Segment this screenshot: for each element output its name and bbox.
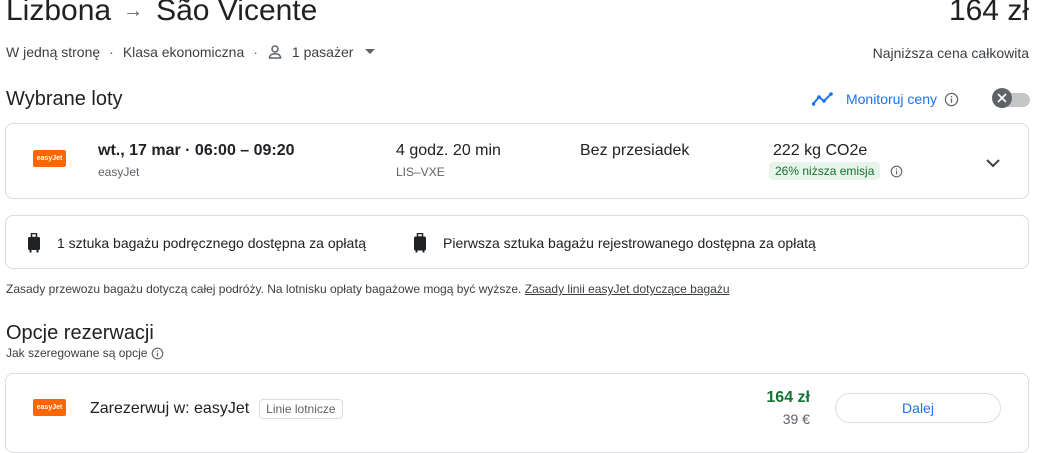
flight-card[interactable]: easyJet wt., 17 mar · 06:00 – 09:20 easy… bbox=[5, 123, 1029, 199]
info-icon[interactable] bbox=[944, 92, 959, 107]
booking-provider-label: Zarezerwuj w: easyJet bbox=[90, 400, 250, 417]
carry-on-text: 1 sztuka bagażu podręcznego dostępna za … bbox=[57, 235, 367, 251]
flight-duration: 4 godz. 20 min bbox=[396, 142, 501, 159]
booking-price-alt: 39 € bbox=[782, 411, 810, 427]
baggage-card: 1 sztuka bagażu podręcznego dostępna za … bbox=[5, 215, 1029, 269]
passengers-dropdown[interactable]: 1 pasażer bbox=[292, 44, 353, 60]
checked-bag-text: Pierwsza sztuka bagażu rejestrowanego do… bbox=[443, 235, 816, 251]
flight-airports: LIS–VXE bbox=[396, 165, 445, 179]
total-price: 164 zł bbox=[948, 0, 1029, 27]
trip-summary: W jedną stronę · Klasa ekonomiczna · 1 p… bbox=[6, 44, 376, 60]
caret-down-icon[interactable] bbox=[365, 49, 376, 55]
luggage-icon bbox=[413, 233, 427, 253]
chevron-down-icon[interactable] bbox=[986, 155, 1000, 173]
booking-option-card: easyJet Zarezerwuj w: easyJet Linie lotn… bbox=[5, 373, 1029, 453]
emissions-info-icon[interactable] bbox=[890, 165, 903, 183]
baggage-policy-link[interactable]: Zasady linii easyJet dotyczące bagażu bbox=[525, 282, 730, 296]
track-prices[interactable]: Monitoruj ceny bbox=[811, 91, 959, 107]
easyjet-logo: easyJet bbox=[33, 399, 66, 416]
flight-date-time: wt., 17 mar · 06:00 – 09:20 bbox=[98, 142, 295, 159]
person-icon bbox=[267, 44, 283, 60]
route-title: Lizbona → São Vicente bbox=[6, 0, 317, 28]
carry-on-info: 1 sztuka bagażu podręcznego dostępna za … bbox=[27, 233, 366, 253]
provider-type-tag: Linie lotnicze bbox=[259, 399, 343, 419]
baggage-note: Zasady przewozu bagażu dotyczą całej pod… bbox=[6, 282, 730, 296]
selected-flights-heading: Wybrane loty bbox=[6, 88, 123, 110]
origin-city: Lizbona bbox=[6, 0, 112, 27]
booking-provider: Zarezerwuj w: easyJet Linie lotnicze bbox=[90, 399, 343, 419]
arrow-right-icon: → bbox=[123, 0, 144, 22]
track-prices-label[interactable]: Monitoruj ceny bbox=[846, 91, 937, 107]
flight-stops: Bez przesiadek bbox=[580, 142, 690, 159]
destination-city: São Vicente bbox=[156, 0, 318, 27]
close-icon[interactable] bbox=[992, 88, 1012, 108]
trip-type: W jedną stronę bbox=[6, 44, 101, 60]
booking-options-heading: Opcje rezerwacji bbox=[6, 322, 154, 344]
airline-name: easyJet bbox=[98, 165, 140, 179]
suitcase-icon bbox=[27, 233, 41, 253]
price-note: Najniższa cena całkowita bbox=[872, 45, 1029, 61]
emissions-badge: 26% niższa emisja bbox=[769, 162, 881, 180]
flight-emissions: 222 kg CO2e bbox=[773, 142, 868, 159]
continue-button[interactable]: Dalej bbox=[835, 393, 1001, 423]
easyjet-logo: easyJet bbox=[33, 150, 66, 167]
ranking-note-text[interactable]: Jak szeregowane są opcje bbox=[6, 346, 147, 360]
baggage-note-text: Zasady przewozu bagażu dotyczą całej pod… bbox=[6, 282, 522, 296]
track-prices-toggle[interactable] bbox=[992, 88, 1030, 108]
cabin-class: Klasa ekonomiczna bbox=[122, 44, 245, 60]
booking-price: 164 zł bbox=[766, 389, 810, 406]
info-icon[interactable] bbox=[151, 347, 164, 360]
trending-icon bbox=[811, 92, 836, 106]
ranking-note[interactable]: Jak szeregowane są opcje bbox=[6, 346, 164, 360]
checked-bag-info: Pierwsza sztuka bagażu rejestrowanego do… bbox=[413, 233, 816, 253]
